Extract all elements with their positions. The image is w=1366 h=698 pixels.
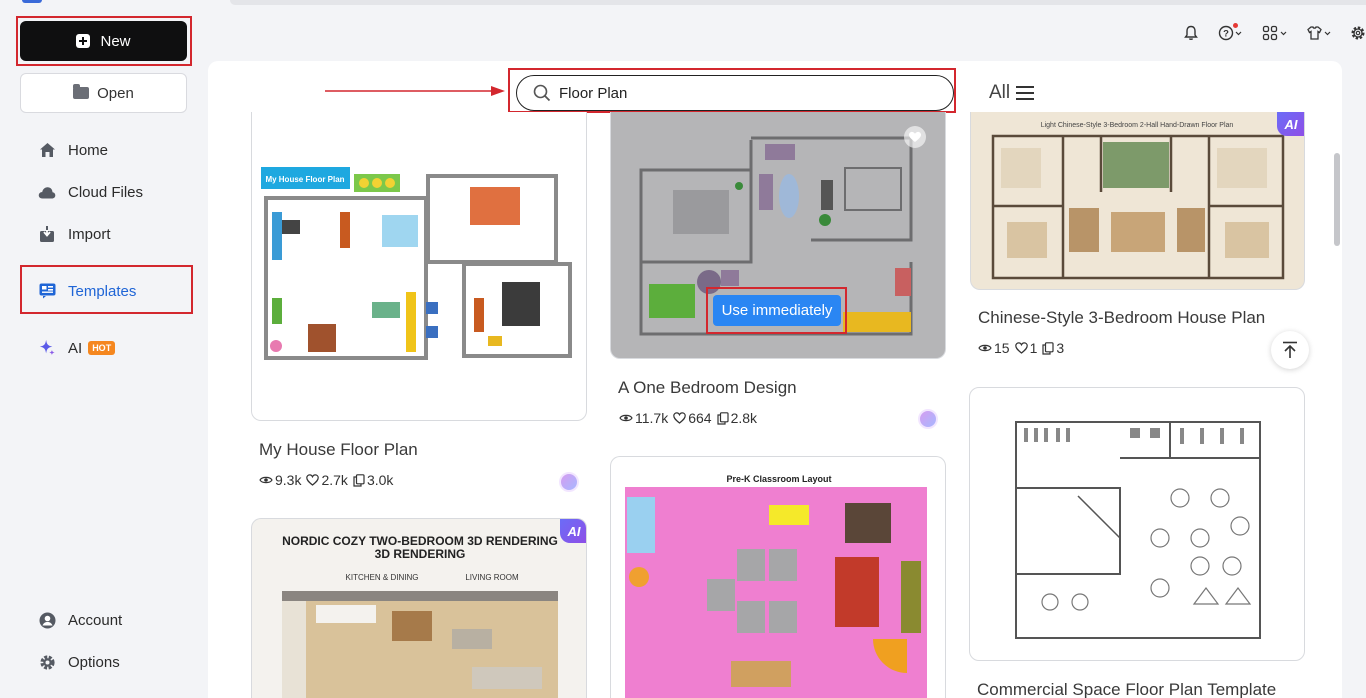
sidebar-item-account[interactable]: Account: [38, 608, 122, 632]
thumb-title: Pre-K Classroom Layout: [726, 474, 831, 484]
open-button-label: Open: [97, 84, 134, 102]
svg-text:?: ?: [1223, 29, 1229, 40]
template-stats: 11.7k 664 2.8k: [619, 410, 757, 426]
copies-icon: [353, 473, 365, 487]
back-to-top-button[interactable]: [1271, 331, 1309, 369]
scrollbar-thumb[interactable]: [1334, 153, 1340, 246]
sidebar-item-label: Cloud Files: [68, 183, 144, 201]
template-title[interactable]: A One Bedroom Design: [618, 378, 797, 398]
thumb-left-label: KITCHEN & DINING: [346, 573, 419, 582]
ai-badge: AI: [1277, 112, 1304, 136]
copies-count: 3.0k: [366, 472, 394, 488]
use-immediately-button[interactable]: Use immediately: [713, 295, 841, 326]
open-button[interactable]: Open: [20, 73, 187, 113]
gear-icon: [38, 653, 56, 671]
template-card-thumbnail[interactable]: Pre-K Classroom Layout: [610, 456, 946, 698]
new-button-label: New: [100, 32, 131, 50]
author-avatar[interactable]: [559, 472, 579, 492]
sidebar-item-ai[interactable]: AI HOT: [38, 336, 116, 360]
template-stats: 9.3k 2.7k 3.0k: [259, 472, 393, 488]
header-toolbar: ?: [1180, 23, 1366, 42]
plus-icon: [76, 34, 91, 48]
arrow-up-icon: [1283, 341, 1297, 358]
views-icon: [978, 344, 992, 352]
sidebar-item-label: AI: [68, 339, 83, 357]
copies-icon: [1042, 341, 1054, 355]
copies-icon: [716, 411, 729, 425]
search-bar[interactable]: [516, 75, 954, 111]
menu-icon: [1016, 86, 1035, 100]
hot-badge: HOT: [88, 341, 116, 355]
classroom-thumbnail: Pre-K Classroom Layout: [625, 474, 927, 698]
sidebar-item-cloud-files[interactable]: Cloud Files: [38, 180, 143, 204]
sidebar-item-label: Account: [68, 611, 123, 629]
template-stats: 15 1 3: [978, 340, 1064, 356]
template-card-thumbnail[interactable]: NORDIC COZY TWO-BEDROOM 3D RENDERING 3D …: [251, 518, 587, 698]
notification-dot: [1233, 23, 1238, 28]
folder-icon: [73, 84, 90, 99]
favorite-icon[interactable]: [904, 126, 926, 148]
thumb-label: Light Chinese-Style 3-Bedroom 2-Hall Han…: [1041, 122, 1234, 129]
sidebar-item-label: Home: [68, 141, 109, 159]
annotation-arrow: [325, 86, 505, 96]
views-icon: [619, 414, 633, 422]
sidebar-item-import[interactable]: Import: [38, 222, 111, 246]
views-count: 15: [994, 340, 1010, 356]
views-count: 11.7k: [635, 410, 669, 426]
copies-count: 2.8k: [730, 410, 758, 426]
floor-plan-thumbnail: [1015, 421, 1261, 639]
sidebar-item-label: Import: [68, 225, 111, 243]
sidebar-item-label: Options: [68, 653, 120, 671]
import-icon: [38, 225, 56, 243]
thumb-subtitle: 3D RENDERING: [375, 547, 466, 561]
floor-plan-thumbnail: Light Chinese-Style 3-Bedroom 2-Hall Han…: [991, 122, 1285, 280]
views-count: 9.3k: [275, 472, 302, 488]
ai-sparkle-icon: [38, 339, 56, 357]
template-card-thumbnail[interactable]: Light Chinese-Style 3-Bedroom 2-Hall Han…: [970, 112, 1305, 290]
template-title[interactable]: Chinese-Style 3-Bedroom House Plan: [978, 308, 1265, 328]
template-title[interactable]: My House Floor Plan: [259, 440, 418, 460]
template-card-thumbnail[interactable]: My House Floor Plan: [251, 112, 587, 421]
new-button[interactable]: New: [20, 21, 187, 61]
settings-icon[interactable]: [1348, 24, 1366, 42]
thumb-title: NORDIC COZY TWO-BEDROOM 3D RENDERING: [282, 534, 558, 548]
apps-icon[interactable]: [1260, 24, 1290, 42]
filter-all-button[interactable]: All: [989, 82, 1035, 104]
sidebar-item-templates[interactable]: Templates: [38, 279, 136, 303]
author-avatar[interactable]: [918, 409, 938, 429]
templates-icon: [38, 282, 56, 300]
floor-plan-thumbnail: My House Floor Plan: [261, 167, 572, 360]
views-icon: [259, 476, 273, 484]
skin-icon[interactable]: [1304, 24, 1334, 42]
tab-bar: [230, 0, 1366, 5]
likes-icon: [1014, 342, 1028, 354]
cloud-icon: [38, 183, 56, 201]
template-card-thumbnail[interactable]: [969, 387, 1305, 661]
ai-badge: AI: [560, 519, 586, 543]
sidebar-item-label: Templates: [68, 282, 137, 300]
thumb-right-label: LIVING ROOM: [465, 573, 519, 582]
likes-icon: [673, 412, 687, 424]
likes-count: 2.7k: [321, 472, 348, 488]
account-icon: [38, 611, 56, 629]
sidebar-item-home[interactable]: Home: [38, 138, 108, 162]
sidebar: New Open Home Cloud Files Import Templat…: [0, 0, 208, 698]
template-title[interactable]: Commercial Space Floor Plan Template: [977, 680, 1276, 698]
likes-count: 664: [688, 410, 712, 426]
search-input[interactable]: [559, 84, 939, 102]
sidebar-item-options[interactable]: Options: [38, 650, 120, 674]
filter-label: All: [989, 82, 1011, 103]
home-icon: [38, 141, 56, 159]
help-icon[interactable]: ?: [1216, 23, 1246, 42]
likes-icon: [306, 474, 320, 486]
thumb-label: My House Floor Plan: [265, 175, 344, 184]
copies-count: 3: [1056, 340, 1065, 356]
likes-count: 1: [1029, 340, 1038, 356]
search-icon: [533, 84, 551, 102]
rendering-thumbnail: NORDIC COZY TWO-BEDROOM 3D RENDERING 3D …: [282, 534, 558, 698]
bell-icon[interactable]: [1180, 24, 1202, 42]
